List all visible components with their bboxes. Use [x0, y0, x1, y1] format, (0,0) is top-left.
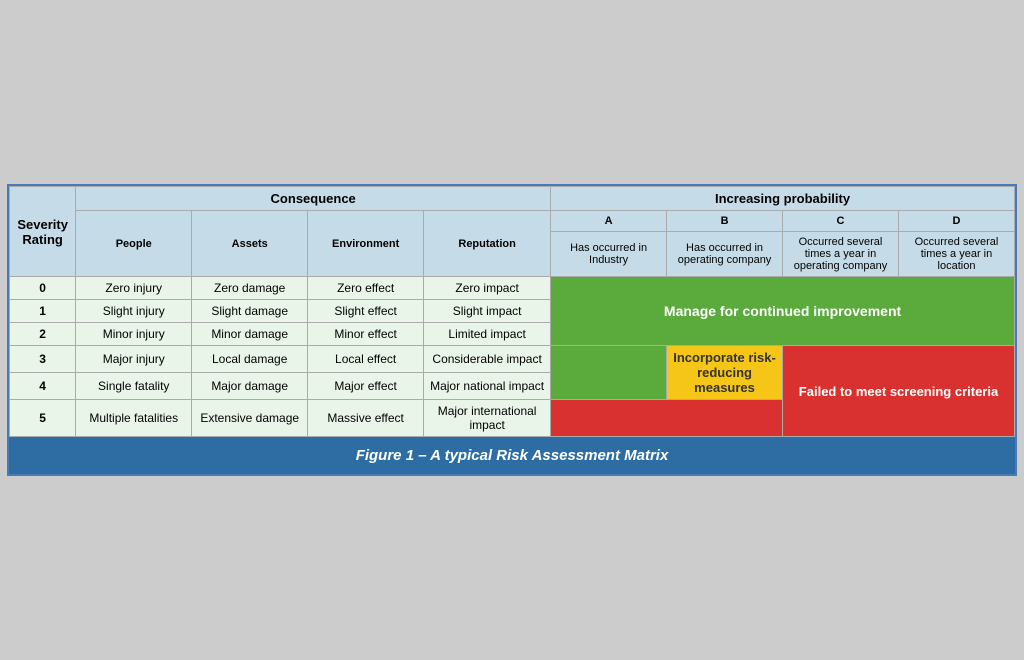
increasing-prob-header: Increasing probability: [551, 187, 1015, 211]
severity-5: 5: [10, 400, 76, 437]
environment-header: Environment: [308, 211, 424, 277]
rep-2: Limited impact: [424, 323, 551, 346]
table-row: 3 Major injury Local damage Local effect…: [10, 346, 1015, 373]
consequence-header: Consequence: [76, 187, 551, 211]
people-4: Single fatality: [76, 373, 192, 400]
col-d-label: D: [898, 211, 1014, 232]
people-5: Multiple fatalities: [76, 400, 192, 437]
severity-rating-header: Severity Rating: [10, 187, 76, 277]
assets-header: Assets: [192, 211, 308, 277]
severity-4: 4: [10, 373, 76, 400]
rep-5: Major international impact: [424, 400, 551, 437]
figure-caption: Figure 1 – A typical Risk Assessment Mat…: [9, 437, 1015, 474]
red-zone-ab-row5: [551, 400, 783, 437]
assets-4: Major damage: [192, 373, 308, 400]
assets-2: Minor damage: [192, 323, 308, 346]
assets-5: Extensive damage: [192, 400, 308, 437]
severity-3: 3: [10, 346, 76, 373]
rep-0: Zero impact: [424, 277, 551, 300]
green-zone-label: Manage for continued improvement: [551, 277, 1015, 346]
env-5: Massive effect: [308, 400, 424, 437]
severity-0: 0: [10, 277, 76, 300]
assets-1: Slight damage: [192, 300, 308, 323]
col-a-desc: Has occurred in Industry: [551, 232, 667, 277]
assets-3: Local damage: [192, 346, 308, 373]
col-a-label: A: [551, 211, 667, 232]
severity-2: 2: [10, 323, 76, 346]
assets-0: Zero damage: [192, 277, 308, 300]
yellow-zone-label: Incorporate risk-reducing measures: [667, 346, 783, 400]
people-header: People: [76, 211, 192, 277]
col-b-label: B: [667, 211, 783, 232]
env-0: Zero effect: [308, 277, 424, 300]
green-zone-a-lower: [551, 346, 667, 400]
table-row: 0 Zero injury Zero damage Zero effect Ze…: [10, 277, 1015, 300]
risk-matrix-table: Severity Rating Consequence Increasing p…: [9, 186, 1015, 437]
col-c-label: C: [783, 211, 899, 232]
col-d-desc: Occurred several times a year in locatio…: [898, 232, 1014, 277]
reputation-header: Reputation: [424, 211, 551, 277]
severity-1: 1: [10, 300, 76, 323]
people-2: Minor injury: [76, 323, 192, 346]
env-1: Slight effect: [308, 300, 424, 323]
col-b-desc: Has occurred in operating company: [667, 232, 783, 277]
people-0: Zero injury: [76, 277, 192, 300]
rep-3: Considerable impact: [424, 346, 551, 373]
risk-matrix-wrapper: Severity Rating Consequence Increasing p…: [7, 184, 1017, 476]
header-row-2: People Assets Environment Reputation A B…: [10, 211, 1015, 232]
rep-4: Major national impact: [424, 373, 551, 400]
env-3: Local effect: [308, 346, 424, 373]
people-1: Slight injury: [76, 300, 192, 323]
people-3: Major injury: [76, 346, 192, 373]
header-row-1: Severity Rating Consequence Increasing p…: [10, 187, 1015, 211]
col-c-desc: Occurred several times a year in operati…: [783, 232, 899, 277]
env-4: Major effect: [308, 373, 424, 400]
red-zone-label: Failed to meet screening criteria: [783, 346, 1015, 437]
env-2: Minor effect: [308, 323, 424, 346]
rep-1: Slight impact: [424, 300, 551, 323]
